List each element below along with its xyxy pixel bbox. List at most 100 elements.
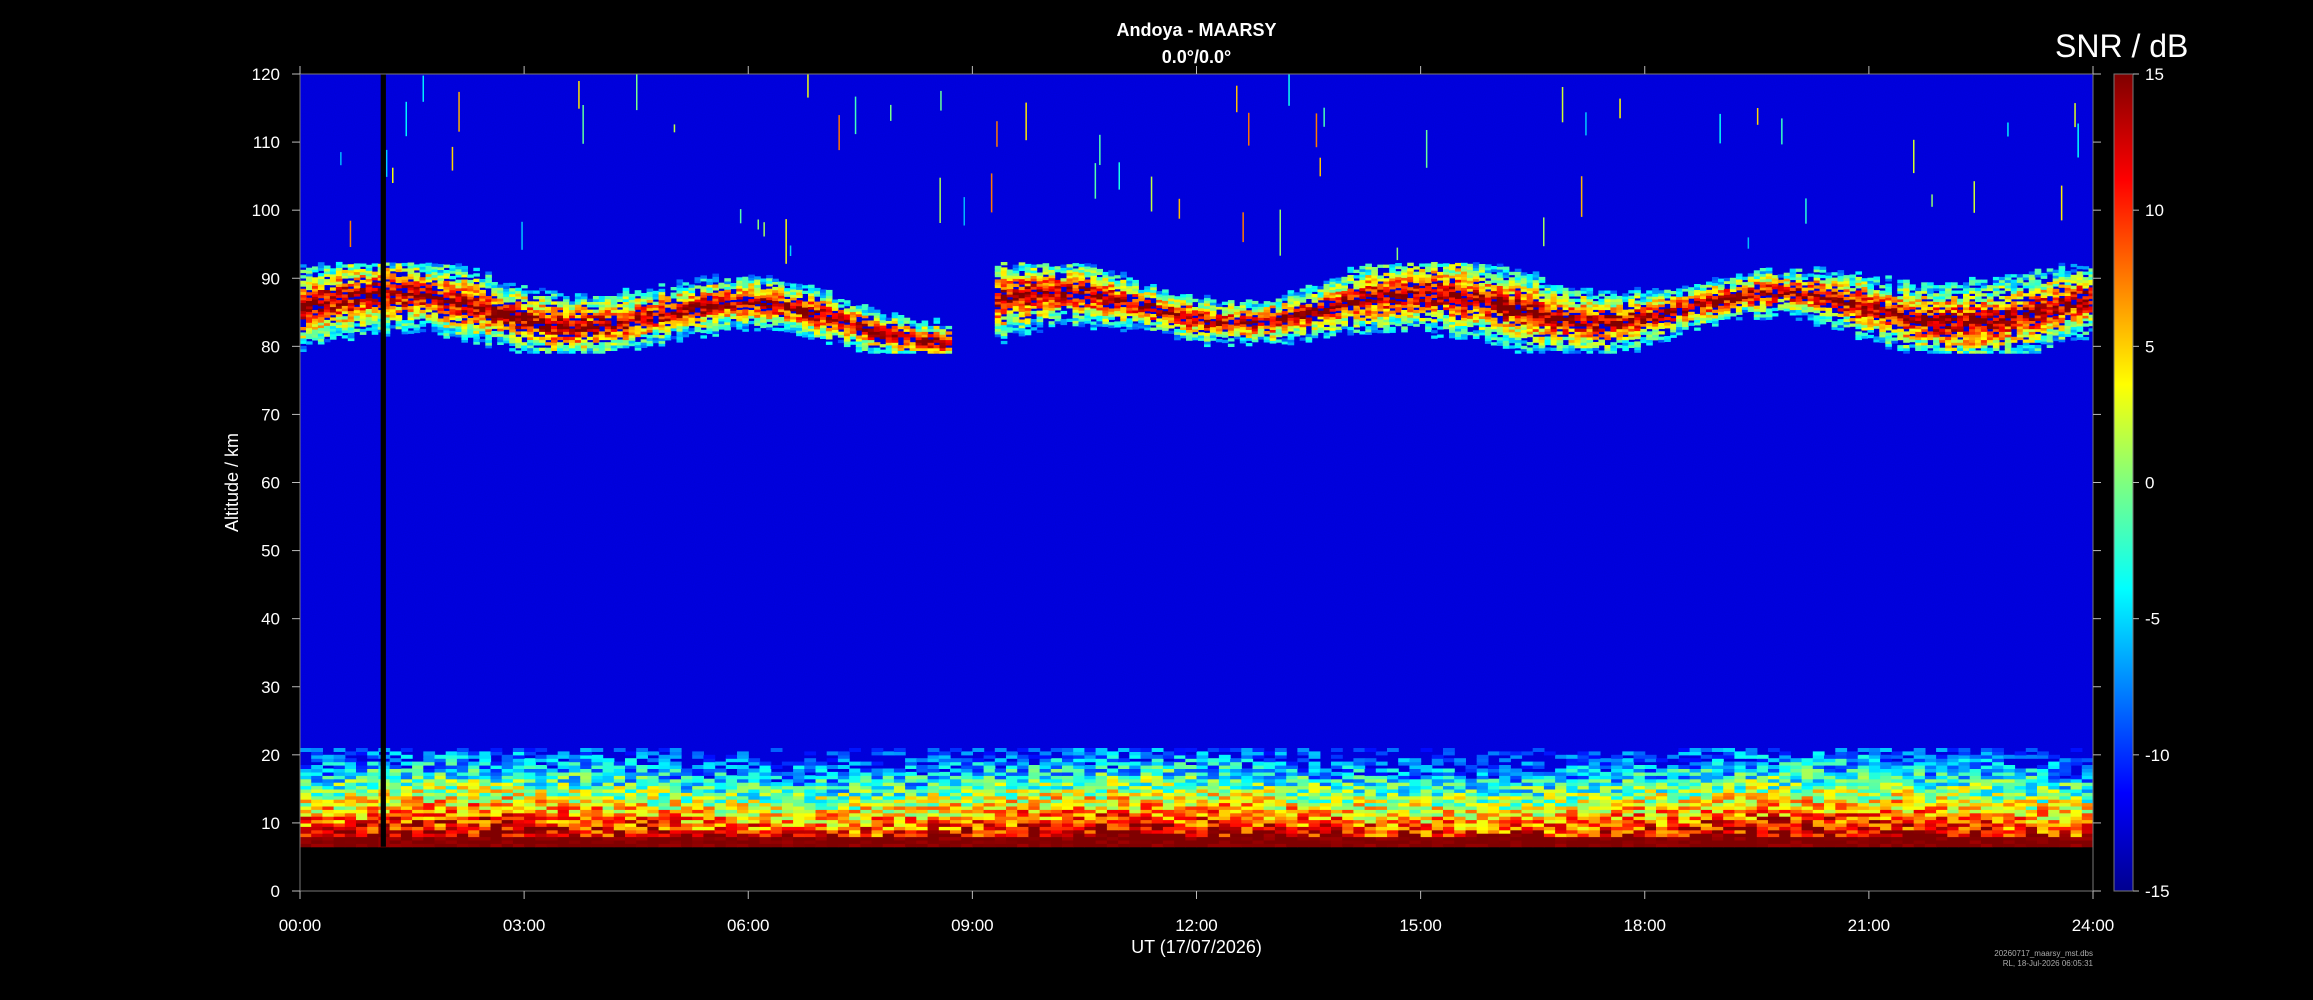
troposphere-cell: [1745, 761, 1758, 766]
troposphere-cell: [344, 758, 357, 763]
troposphere-cell: [1162, 751, 1175, 756]
pmse-cell: [461, 279, 468, 283]
pmse-cell: [371, 298, 379, 303]
troposphere-cell: [793, 761, 805, 766]
troposphere-cell: [1969, 768, 1982, 773]
troposphere-cell: [1734, 761, 1747, 766]
troposphere-cell: [468, 768, 480, 773]
troposphere-cell: [1129, 768, 1142, 773]
troposphere-cell: [389, 751, 402, 756]
troposphere-cell: [2093, 833, 2105, 837]
troposphere-cell: [423, 751, 436, 756]
pmse-cell: [329, 287, 337, 291]
figure: Andoya - MAARSY 0.0°/0.0° SNR / dB 00:00…: [0, 0, 2313, 1000]
pmse-cell: [431, 282, 439, 286]
troposphere-cell: [1207, 768, 1220, 773]
troposphere-cell: [1768, 768, 1780, 773]
troposphere-cell: [389, 758, 402, 763]
troposphere-cell: [759, 768, 772, 773]
pmse-cell: [491, 282, 498, 286]
troposphere-cell: [2093, 799, 2105, 803]
troposphere-cell: [1521, 771, 1534, 776]
troposphere-cell: [1398, 771, 1410, 776]
troposphere-cell: [1431, 768, 1444, 773]
pmse-cell: [443, 280, 450, 285]
troposphere-cell: [356, 761, 368, 766]
troposphere-cell: [1678, 748, 1691, 752]
troposphere-cell: [591, 768, 604, 773]
troposphere-cell: [748, 758, 761, 763]
troposphere-cell: [781, 761, 794, 766]
troposphere-cell: [333, 748, 346, 752]
troposphere-cell: [300, 765, 312, 769]
pmse-cell: [300, 280, 307, 284]
troposphere-cell: [1420, 748, 1433, 752]
troposphere-cell: [568, 768, 581, 773]
troposphere-cell: [1689, 768, 1702, 773]
troposphere-cell: [2093, 830, 2105, 834]
pmse-cell: [359, 288, 367, 292]
troposphere-cell: [2025, 754, 2038, 759]
pmse-cell: [341, 294, 349, 298]
troposphere-cell: [1006, 751, 1018, 756]
troposphere-cell: [1891, 761, 1904, 766]
troposphere-cell: [1106, 768, 1119, 773]
troposphere-cell: [1812, 751, 1825, 756]
troposphere-cell: [916, 765, 929, 769]
troposphere-cell: [1566, 768, 1579, 773]
troposphere-cell: [994, 758, 1007, 763]
troposphere-cell: [714, 761, 727, 766]
troposphere-cell: [613, 748, 626, 752]
troposphere-cell: [1375, 761, 1388, 766]
troposphere-cell: [950, 748, 962, 752]
pmse-cell: [473, 267, 480, 272]
troposphere-cell: [770, 748, 783, 752]
troposphere-cell: [2070, 775, 2083, 780]
troposphere-cell: [2093, 782, 2105, 786]
pmse-cell: [431, 263, 439, 267]
troposphere-cell: [2081, 758, 2093, 763]
pmse-cell: [312, 315, 319, 319]
troposphere-cell: [1487, 778, 1500, 783]
pmse-cell: [395, 290, 403, 294]
pmse-cell: [419, 263, 427, 267]
troposphere-cell: [1006, 768, 1018, 773]
troposphere-cell: [781, 771, 794, 776]
pmse-cell: [443, 316, 450, 320]
pmse-cell: [359, 328, 367, 333]
pmse-cell: [341, 264, 349, 268]
pmse-cell: [317, 308, 325, 312]
troposphere-cell: [1577, 768, 1590, 773]
pmse-cell: [419, 277, 427, 281]
troposphere-cell: [322, 768, 335, 773]
troposphere-cell: [1263, 751, 1276, 756]
troposphere-cell: [1667, 754, 1679, 759]
troposphere-cell: [647, 758, 660, 763]
troposphere-cell: [1263, 768, 1276, 773]
troposphere-cell: [2048, 761, 2060, 766]
troposphere-cell: [1252, 768, 1265, 773]
pmse-cell: [323, 290, 331, 294]
troposphere-cell: [1252, 761, 1265, 766]
troposphere-cell: [1779, 768, 1791, 773]
pmse-cell: [431, 312, 439, 316]
troposphere-cell: [1274, 761, 1287, 766]
troposphere-cell: [2093, 765, 2105, 769]
pmse-cell: [395, 306, 403, 311]
troposphere-cell: [871, 768, 884, 773]
pmse-cell: [365, 264, 373, 269]
troposphere-cell: [972, 748, 985, 752]
troposphere-cell: [1308, 768, 1321, 773]
troposphere-cell: [1006, 761, 1018, 766]
troposphere-cell: [804, 775, 817, 780]
troposphere-cell: [1465, 768, 1478, 773]
troposphere-cell: [815, 761, 828, 766]
pmse-cell: [300, 269, 307, 274]
pmse-cell: [479, 279, 486, 283]
pmse-cell: [449, 265, 456, 269]
troposphere-cell: [826, 771, 839, 776]
troposphere-cell: [1274, 768, 1287, 773]
troposphere-cell: [367, 761, 379, 766]
pmse-cell: [371, 271, 379, 275]
troposphere-cell: [389, 765, 402, 769]
